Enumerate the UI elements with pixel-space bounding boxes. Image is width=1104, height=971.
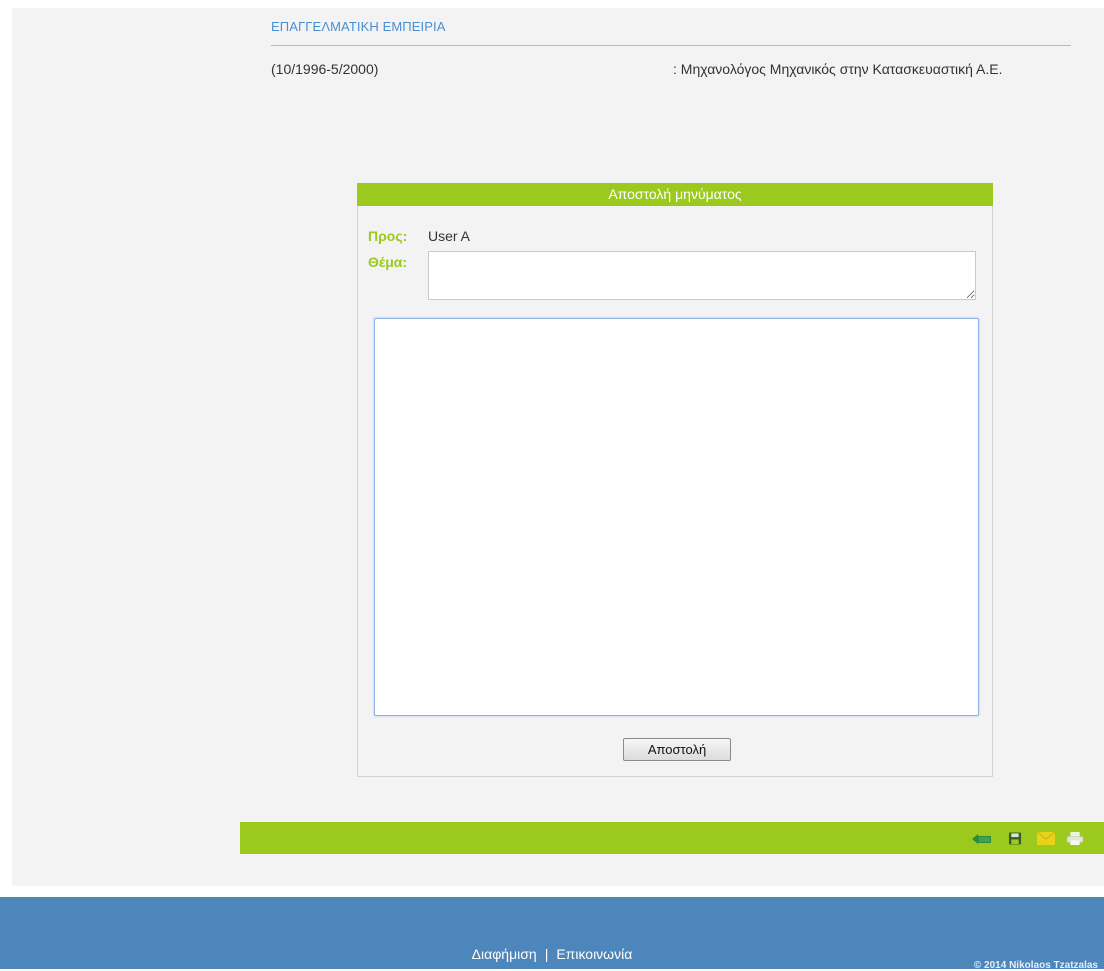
footer-link-contact[interactable]: Επικοινωνία [556,946,632,962]
experience-description: : Μηχανολόγος Μηχανικός στην Κατασκευαστ… [673,61,1003,77]
recipient-value: User A [428,228,471,244]
footer-separator: | [544,946,549,962]
section-title-experience: ΕΠΑΓΓΕΛΜΑΤΙΚΗ ΕΜΠΕΙΡΙΑ [271,19,446,34]
footer-links: Διαφήμιση | Επικοινωνία [0,946,1104,962]
copyright-text: © 2014 Nikolaos Tzatzalas [973,960,1098,971]
mail-icon[interactable] [1037,832,1055,845]
save-icon[interactable] [1008,832,1022,845]
message-body-textarea[interactable] [374,318,979,716]
dialog-header: Αποστολή μηνύματος [357,183,993,206]
action-toolbar [240,822,1104,854]
section-divider [271,45,1071,46]
send-button[interactable]: Αποστολή [623,738,731,761]
send-message-dialog: Αποστολή μηνύματος Προς: User A Θέμα: Απ… [357,183,993,777]
footer-link-advertising[interactable]: Διαφήμιση [472,946,537,962]
recipient-label: Προς: [368,228,408,244]
back-icon[interactable] [972,832,992,845]
subject-input[interactable] [428,251,976,300]
site-footer: Διαφήμιση | Επικοινωνία © 2014 Nikolaos Tz… [0,897,1104,971]
experience-period: (10/1996-5/2000) [271,61,379,77]
print-icon[interactable] [1066,832,1084,845]
subject-label: Θέμα: [368,254,408,270]
